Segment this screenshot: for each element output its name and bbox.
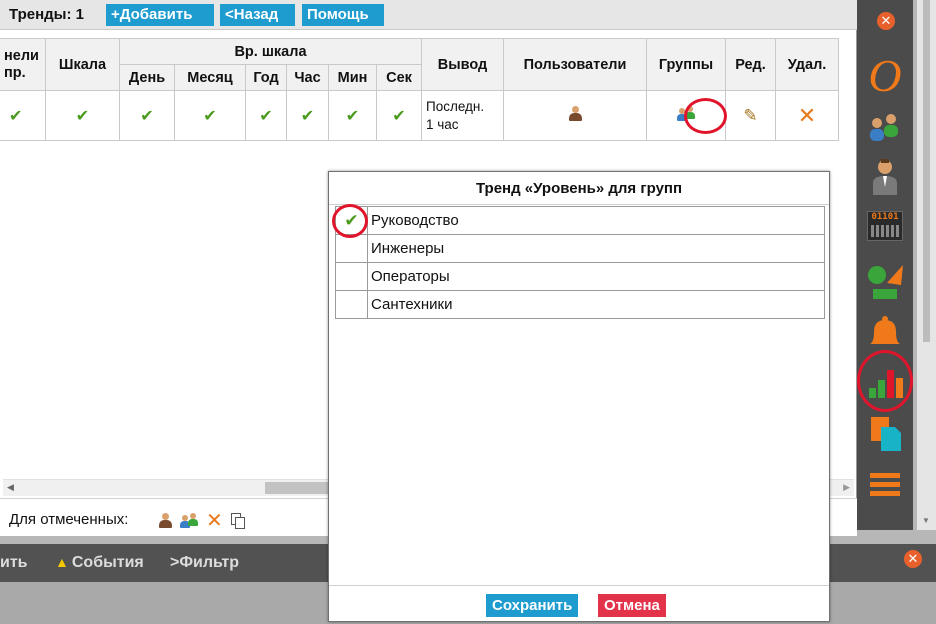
trends-table: нели пр. Шкала Вр. шкала Вывод Пользоват… — [0, 38, 839, 141]
toolbar: Тренды: 1 +Добавить <Назад Помощь — [0, 0, 857, 30]
delete-icon[interactable]: ✕ — [798, 103, 816, 128]
groups-sidebar-icon[interactable] — [857, 104, 913, 150]
list-item[interactable]: Сантехники — [335, 290, 825, 319]
dialog-title: Тренд «Уровень» для групп — [329, 172, 829, 205]
check-icon[interactable]: ✔ — [76, 108, 89, 125]
check-icon[interactable]: ✔ — [203, 108, 216, 125]
check-icon[interactable]: ✔ — [346, 108, 359, 125]
bulk-copy-icon[interactable] — [230, 512, 245, 529]
bulk-user-icon[interactable] — [158, 512, 172, 529]
bottom-close-icon[interactable]: ✕ — [904, 550, 922, 568]
col-header-panels: нели пр. — [0, 38, 46, 91]
bulk-groups-icon[interactable] — [180, 512, 198, 529]
print-button[interactable]: ить — [0, 554, 28, 572]
scroll-right-arrow-icon[interactable]: ▶ — [843, 482, 850, 493]
pencil-icon[interactable]: ✎ — [743, 106, 757, 125]
col-header-time-scale: Вр. шкала — [119, 38, 422, 65]
col-header-hour: Час — [286, 64, 329, 91]
col-header-edit: Ред. — [725, 38, 776, 91]
list-item[interactable]: Операторы — [335, 262, 825, 291]
trends-chart-icon[interactable] — [857, 358, 913, 408]
save-button[interactable]: Сохранить — [486, 594, 579, 617]
events-button[interactable]: ▲ События — [55, 554, 144, 572]
o-logo-icon[interactable]: O — [857, 52, 913, 100]
check-icon[interactable]: ✔ — [9, 108, 22, 125]
check-icon[interactable]: ✔ — [140, 108, 153, 125]
add-button[interactable]: +Добавить — [106, 4, 214, 26]
documents-icon[interactable] — [857, 412, 913, 456]
check-icon[interactable]: ✔ — [259, 108, 272, 125]
bulk-actions-label: Для отмеченных: — [9, 511, 129, 528]
warning-icon: ▲ — [55, 554, 69, 570]
bulk-delete-icon[interactable]: ✕ — [206, 508, 223, 533]
scroll-left-arrow-icon[interactable]: ◀ — [7, 482, 14, 493]
col-header-scale: Шкала — [45, 38, 120, 91]
groups-icon[interactable] — [677, 105, 695, 122]
list-item[interactable]: ✔ Руководство — [335, 206, 825, 235]
col-header-groups: Группы — [646, 38, 726, 91]
check-icon[interactable]: ✔ — [392, 108, 405, 125]
bell-icon[interactable] — [857, 310, 913, 354]
group-name: Сантехники — [367, 290, 825, 319]
binary-data-icon[interactable]: 01101 — [857, 206, 913, 246]
check-icon[interactable]: ✔ — [301, 108, 314, 125]
col-header-users: Пользователи — [503, 38, 647, 91]
col-header-output: Вывод — [421, 38, 504, 91]
right-sidebar: ✕ O 01101 — [857, 0, 913, 530]
group-checkbox[interactable]: ✔ — [344, 211, 358, 230]
group-name: Руководство — [367, 206, 825, 235]
shapes-icon[interactable] — [857, 258, 913, 304]
group-list: ✔ Руководство Инженеры Операторы Сантехн… — [335, 206, 825, 319]
output-value: Последн. 1 час — [421, 90, 504, 141]
sidebar-close-icon[interactable]: ✕ — [877, 12, 895, 30]
filter-button[interactable]: >Фильтр — [170, 554, 239, 572]
sidebar-scrollbar[interactable]: ▼ — [917, 0, 936, 530]
col-header-year: Год — [245, 64, 287, 91]
help-button[interactable]: Помощь — [302, 4, 384, 26]
col-header-day: День — [119, 64, 175, 91]
table-row: ✔ ✔ ✔ ✔ ✔ ✔ ✔ ✔ Последн. 1 час ✎ ✕ — [0, 90, 839, 141]
user-sidebar-icon[interactable] — [857, 154, 913, 200]
col-header-delete: Удал. — [775, 38, 839, 91]
group-name: Операторы — [367, 262, 825, 291]
trends-count: Тренды: 1 — [9, 6, 84, 23]
list-item[interactable]: Инженеры — [335, 234, 825, 263]
cancel-button[interactable]: Отмена — [598, 594, 666, 617]
dialog-footer: Сохранить Отмена — [329, 585, 829, 621]
col-header-sec: Сек — [376, 64, 422, 91]
menu-icon[interactable] — [857, 466, 913, 502]
back-button[interactable]: <Назад — [220, 4, 295, 26]
col-header-min: Мин — [328, 64, 377, 91]
sidebar-scroll-thumb[interactable] — [923, 0, 930, 342]
col-header-month: Месяц — [174, 64, 246, 91]
user-icon[interactable] — [568, 105, 582, 122]
group-name: Инженеры — [367, 234, 825, 263]
groups-dialog: Тренд «Уровень» для групп ✔ Руководство … — [328, 171, 830, 622]
scroll-down-arrow-icon[interactable]: ▼ — [922, 516, 930, 525]
